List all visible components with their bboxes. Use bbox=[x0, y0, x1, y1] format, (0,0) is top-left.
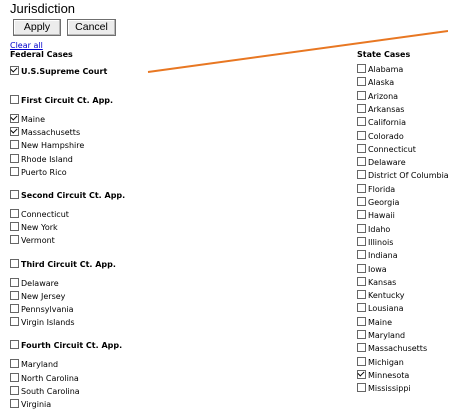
annotation-pointer-line bbox=[147, 30, 448, 73]
jurisdiction-panel: Jurisdiction Apply Cancel Clear all Fede… bbox=[8, 0, 449, 409]
